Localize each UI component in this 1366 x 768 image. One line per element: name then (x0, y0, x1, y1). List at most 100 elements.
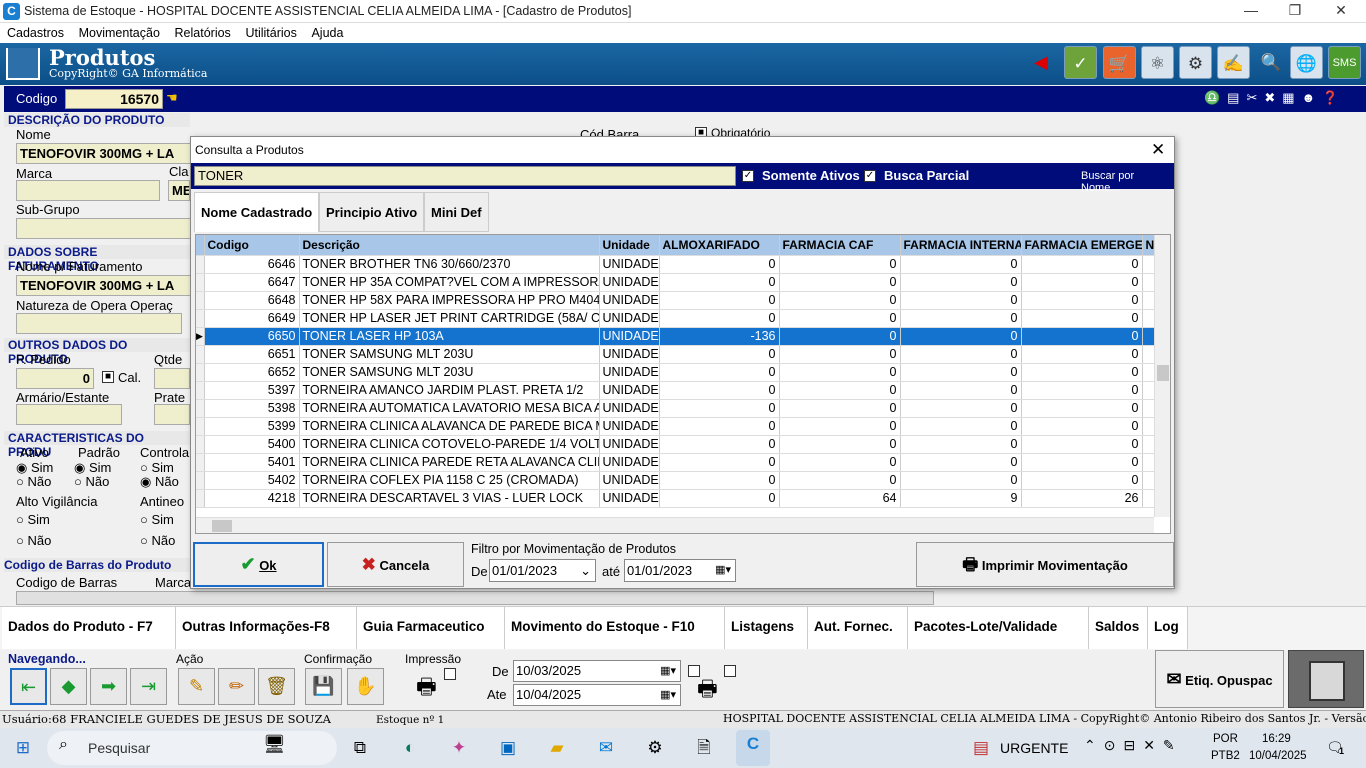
first-record-button[interactable]: ⇤ (10, 668, 47, 705)
document-icon[interactable]: 🗎 (689, 734, 719, 762)
last-record-button[interactable]: ⇥ (130, 668, 167, 705)
prateleira-field[interactable] (154, 404, 190, 425)
antineo-sim-radio[interactable]: ○ Sim (140, 512, 174, 527)
grid-column-header[interactable]: Codigo (204, 235, 300, 256)
codigo-field[interactable]: 16570 (65, 89, 163, 109)
handshake-icon[interactable]: ✍ (1217, 46, 1250, 79)
table-row[interactable]: ▶ 6650 TONER LASER HP 103A UNIDADE -136 0 0 0 (196, 327, 1163, 346)
table-row[interactable]: 5400 TORNEIRA CLINICA COTOVELO-PAREDE 1/4… (196, 435, 1163, 454)
shopping-cart-icon[interactable]: 🛒 (1103, 46, 1136, 79)
sms-icon[interactable]: SMS (1328, 46, 1361, 79)
subgrupo-field[interactable] (16, 218, 191, 239)
alto-sim-radio[interactable]: ○ Sim (16, 512, 50, 527)
bottom-tab-6[interactable]: Aut. Fornec. (808, 607, 908, 649)
table-row[interactable]: 4218 TORNEIRA DESCARTAVEL 3 VIAS - LUER L… (196, 489, 1163, 508)
table-row[interactable]: 5398 TORNEIRA AUTOMATICA LAVATORIO MESA B… (196, 399, 1163, 418)
search-input[interactable]: TONER (194, 166, 736, 186)
hscroll-thumb[interactable] (212, 520, 232, 532)
minimize-icon[interactable]: — (1237, 2, 1265, 20)
filtro-date-to[interactable]: 01/01/2023 ▦▾ (624, 559, 736, 582)
restore-icon[interactable]: ❐ (1281, 2, 1309, 20)
tab-principio-ativo[interactable]: Principio Ativo (319, 192, 425, 232)
busca-parcial-checkbox[interactable]: ✓ (864, 170, 876, 182)
grid-column-header[interactable]: FARMACIA EMERGEN (1021, 235, 1143, 256)
somente-ativos-checkbox[interactable]: ✓ (742, 170, 754, 182)
cart-check-icon[interactable]: ✓ (1064, 46, 1097, 79)
new-record-icon[interactable]: ✎ (178, 668, 215, 705)
grid-column-header[interactable]: ALMOXARIFADO (659, 235, 780, 256)
natureza-field[interactable] (16, 313, 182, 334)
clock-date[interactable]: 10/04/2025 (1249, 750, 1307, 762)
news-icon[interactable]: ▤ (966, 734, 996, 762)
scroll-thumb[interactable] (1157, 365, 1169, 381)
next-record-button[interactable]: ➡ (90, 668, 127, 705)
antineo-nao-radio[interactable]: ○ Não (140, 533, 175, 548)
lang-primary[interactable]: POR (1213, 733, 1238, 745)
marca-field[interactable] (16, 180, 160, 201)
estoque-app-taskbar-icon[interactable]: C (736, 730, 770, 766)
back-arrow-icon[interactable]: ◀ (1034, 52, 1048, 73)
menu-movimentacao[interactable]: Movimentação (79, 23, 160, 43)
menu-cadastros[interactable]: Cadastros (7, 23, 64, 43)
grid-column-header[interactable]: Unidade (599, 235, 660, 256)
outlook-icon[interactable]: ✉ (591, 734, 621, 762)
windows-start-icon[interactable]: ⊞ (8, 734, 38, 762)
bottom-tab-7[interactable]: Pacotes-Lote/Validade (908, 607, 1089, 649)
cal-checkbox[interactable]: ■ (102, 371, 114, 383)
task-view-icon[interactable]: ⧉ (345, 734, 375, 762)
periodo-date-de[interactable]: 10/03/2025 ▦▾ (513, 660, 681, 682)
impressao-checkbox[interactable] (444, 668, 456, 680)
bottom-tab-8[interactable]: Saldos (1089, 607, 1148, 649)
ativo-nao-radio[interactable]: ○ Não (16, 474, 51, 489)
urgente-label[interactable]: URGENTE (1000, 740, 1068, 756)
printer-device-image[interactable] (1288, 650, 1364, 708)
padrao-nao-radio[interactable]: ○ Não (74, 474, 109, 489)
trash-icon[interactable]: 🗑 (258, 668, 295, 705)
close-icon[interactable]: ✕ (1327, 2, 1355, 20)
molecule-icon[interactable]: ⚛ (1141, 46, 1174, 79)
table-row[interactable]: 6652 TONER SAMSUNG MLT 203U UNIDADE 0 0 0 0 (196, 363, 1163, 382)
cancela-button[interactable]: ✖ Cancela (327, 542, 464, 587)
classe-field[interactable]: ME (168, 180, 190, 201)
bottom-tab-3[interactable]: Guia Farmaceutico (357, 607, 505, 649)
settings-gear-icon[interactable]: ⚙ (640, 734, 670, 762)
menu-utilitarios[interactable]: Utilitários (245, 23, 296, 43)
tray-icons[interactable]: ⌃⊙⊟✕✎ (1084, 737, 1183, 754)
edge-icon[interactable]: ◐ (395, 734, 425, 762)
edit-pencil-icon[interactable]: ✏ (218, 668, 255, 705)
search-icon[interactable]: 🔍 (1255, 46, 1288, 79)
vertical-scrollbar[interactable] (1154, 235, 1170, 517)
print-period-icon[interactable]: 🖶 (697, 672, 718, 710)
menu-relatorios[interactable]: Relatórios (175, 23, 231, 43)
bottom-tab-2[interactable]: Outras Informações-F8 (176, 607, 357, 649)
ppedido-field[interactable]: 0 (16, 368, 94, 389)
clock-time[interactable]: 16:29 (1262, 733, 1291, 745)
table-row[interactable]: 5402 TORNEIRA COFLEX PIA 1158 C 25 (CROMA… (196, 471, 1163, 490)
nome-field[interactable]: TENOFOVIR 300MG + LA (16, 143, 191, 164)
grid-column-header[interactable]: Descrição (299, 235, 600, 256)
etiq-opuspac-button[interactable]: ✉ Etiq. Opuspac (1155, 650, 1284, 708)
table-row[interactable]: 6646 TONER BROTHER TN6 30/660/2370 UNIDADE… (196, 255, 1163, 274)
table-row[interactable]: 6647 TONER HP 35A COMPAT?VEL COM A IMPRES… (196, 273, 1163, 292)
store-icon[interactable]: ▣ (493, 734, 523, 762)
tab-mini-def[interactable]: Mini Def (424, 192, 489, 232)
lang-secondary[interactable]: PTB2 (1211, 750, 1240, 762)
table-row[interactable]: 6651 TONER SAMSUNG MLT 203U UNIDADE 0 0 0 0 (196, 345, 1163, 364)
toolbar-small-icons[interactable]: ♎▤✂✖▦☻❓ (1204, 90, 1345, 106)
globe-icon[interactable]: 🌐 (1290, 46, 1323, 79)
save-disk-icon[interactable]: 💾 (305, 668, 342, 705)
imprimir-movimentacao-button[interactable]: 🖶 Imprimir Movimentação (916, 542, 1174, 587)
buscar-por-link[interactable]: Buscar por Nome... (1081, 170, 1174, 194)
alto-nao-radio[interactable]: ○ Não (16, 533, 51, 548)
periodo-date-ate[interactable]: 10/04/2025 ▦▾ (513, 684, 681, 706)
table-row[interactable]: 5399 TORNEIRA CLINICA ALAVANCA DE PAREDE … (196, 417, 1163, 436)
table-row[interactable]: 5401 TORNEIRA CLINICA PAREDE RETA ALAVANC… (196, 453, 1163, 472)
products-grid[interactable]: Codigo Descrição Unidade ALMOXARIFADO FARMAC… (195, 234, 1171, 534)
table-row[interactable]: 6648 TONER HP 58X PARA IMPRESSORA HP PRO … (196, 291, 1163, 310)
prev-record-button[interactable]: ◆ (50, 668, 87, 705)
copilot-icon[interactable]: ✦ (444, 734, 474, 762)
ok-button[interactable]: ✔ Ok (193, 542, 324, 587)
filtro-date-from[interactable]: 01/01/2023 ⌄ (489, 559, 596, 582)
bottom-tab-4[interactable]: Movimento do Estoque - F10 (505, 607, 725, 649)
table-row[interactable]: 5397 TORNEIRA AMANCO JARDIM PLAST. PRETA … (196, 381, 1163, 400)
